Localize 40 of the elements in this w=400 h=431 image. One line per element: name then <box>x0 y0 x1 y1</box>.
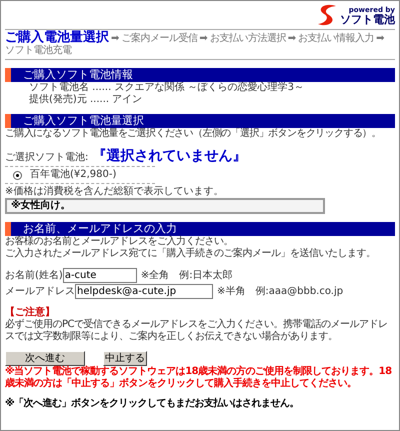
option-label: 百年電池(¥2,980-) <box>30 169 116 181</box>
breadcrumb-step: ソフト電池充電 <box>5 45 72 57</box>
swoosh-icon <box>316 3 338 27</box>
price-note: ※価格は消費税を含んだ総額で表示しています。 <box>5 186 224 198</box>
step-arrow: ➡ <box>199 33 208 45</box>
intro-text: ご入力されたメールアドレス宛てに「購入手続きのご案内メール」を送信いたします。 <box>5 248 376 260</box>
info-line: 提供(発売)元 ...... アイン <box>29 94 144 106</box>
breadcrumb-step: お支払い方法選択 <box>210 33 286 45</box>
instruction-text: ご購入になるソフト電池量をご選択ください（左側の「選択」ボタンをクリックする）。 <box>5 128 382 140</box>
input-field[interactable]: helpdesk@a-cute.jp <box>75 284 213 299</box>
logo-name: ソフト電池 <box>340 15 395 25</box>
step-arrow: ➡ <box>288 33 296 45</box>
field-label: お名前(姓名) <box>5 270 63 282</box>
age-warning: ※当ソフト電池で稼動するソフトウェアは18歳未満の方のご使用を制限しております。18歳未満の方は「中止する」ボタンをクリックして購入手続きを中止してください。 <box>5 366 393 390</box>
breadcrumb-step: ご購入電池量選択 <box>5 32 109 44</box>
input-field[interactable]: a-cute <box>62 268 137 283</box>
accent-strip <box>5 68 11 82</box>
info-line: ソフト電池名 ...... スクエアな関係 ～ぼくらの恋愛心理学3～ <box>29 82 305 94</box>
radio-button[interactable] <box>13 170 22 180</box>
payment-note: ※「次へ進む」ボタンをクリックしてもまだお支払いはされません。 <box>5 398 300 410</box>
caution-title: 【ご注意】 <box>5 307 56 318</box>
section-title: ご購入ソフト電池情報 <box>22 68 133 82</box>
intro-text: お客様のお名前とメールアドレスをご入力ください。 <box>5 236 234 248</box>
section-title: ご購入ソフト電池量選択 <box>22 114 144 128</box>
field-label: メールアドレス <box>5 286 75 298</box>
selected-value: 『選択されていません』 <box>92 148 246 164</box>
accent-strip <box>5 222 11 236</box>
field-hint: ※全角 例:日本太郎 <box>140 270 233 282</box>
selected-label: ご選択ソフト電池: <box>5 152 88 164</box>
step-arrow: ➡ <box>111 33 120 45</box>
breadcrumb-step: ご案内メール受信 <box>121 33 198 45</box>
caution-text: 必ずご使用のPCで受信できるメールアドレスをご入力ください。携帯電話のメールアドレスでは文字数制限等により、ご案内を正しくお伝えできない場合があります。 <box>5 319 389 343</box>
section-title: お名前、メールアドレスの入力 <box>22 222 177 236</box>
form-button[interactable]: 次へ進む <box>5 351 85 366</box>
accent-strip <box>5 114 11 128</box>
breadcrumb-step: お支払い情報入力 <box>298 33 374 45</box>
step-arrow: ➡ <box>376 33 385 45</box>
remark-box: ※女性向け。 <box>5 198 325 214</box>
form-button[interactable]: 中止する <box>103 351 147 366</box>
field-hint: ※半角 例:aaa@bbb.co.jp <box>217 286 344 298</box>
